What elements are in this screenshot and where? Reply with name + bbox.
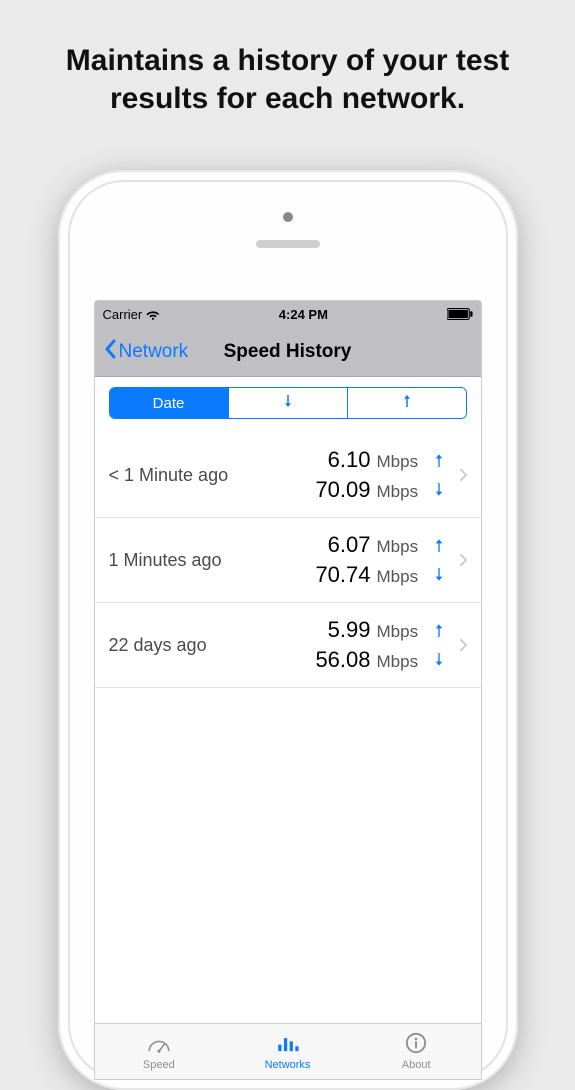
- arrow-down-icon: [279, 392, 297, 414]
- sort-date-label: Date: [153, 395, 185, 412]
- sort-by-download[interactable]: [229, 388, 348, 418]
- arrow-down-icon: [427, 563, 451, 585]
- nav-bar: Network Speed History: [95, 327, 481, 377]
- history-row[interactable]: 1 Minutes ago 6.07 Mbps 70.74 Mbps: [95, 518, 481, 603]
- status-bar: Carrier 4:24 PM: [95, 301, 481, 327]
- sort-control-row: Date: [95, 377, 481, 433]
- upload-unit: Mbps: [377, 537, 423, 557]
- tab-label: Networks: [265, 1059, 311, 1071]
- arrow-up-icon: [398, 392, 416, 414]
- tab-bar: Speed Networks About: [95, 1023, 481, 1079]
- phone-speaker: [256, 240, 320, 248]
- info-icon: [403, 1032, 429, 1057]
- tab-label: Speed: [143, 1059, 175, 1071]
- upload-unit: Mbps: [377, 622, 423, 642]
- upload-value: 6.10: [303, 447, 371, 473]
- arrow-down-icon: [427, 648, 451, 670]
- history-row[interactable]: 22 days ago 5.99 Mbps 56.08 Mbps: [95, 603, 481, 688]
- history-row[interactable]: < 1 Minute ago 6.10 Mbps 70.09 Mbps: [95, 433, 481, 518]
- sort-segmented-control: Date: [109, 387, 467, 419]
- back-button[interactable]: Network: [103, 339, 189, 365]
- promo-headline: Maintains a history of your test results…: [0, 0, 575, 137]
- download-unit: Mbps: [377, 652, 423, 672]
- download-unit: Mbps: [377, 567, 423, 587]
- upload-unit: Mbps: [377, 452, 423, 472]
- tab-about[interactable]: About: [352, 1024, 481, 1079]
- download-value: 70.09: [303, 477, 371, 503]
- arrow-up-icon: [427, 535, 451, 557]
- tab-label: About: [402, 1059, 431, 1071]
- row-time: 1 Minutes ago: [109, 550, 274, 571]
- bars-icon: [275, 1032, 301, 1057]
- row-time: 22 days ago: [109, 635, 274, 656]
- chevron-right-icon: [453, 553, 475, 567]
- phone-frame: Carrier 4:24 PM Network Sp: [58, 170, 518, 1090]
- app-screen: Carrier 4:24 PM Network Sp: [94, 300, 482, 1080]
- wifi-icon: [146, 307, 160, 321]
- tab-speed[interactable]: Speed: [95, 1024, 224, 1079]
- upload-value: 6.07: [303, 532, 371, 558]
- arrow-up-icon: [427, 450, 451, 472]
- sort-by-upload[interactable]: [348, 388, 466, 418]
- battery-icon: [447, 308, 473, 320]
- download-unit: Mbps: [377, 482, 423, 502]
- download-value: 56.08: [303, 647, 371, 673]
- download-value: 70.74: [303, 562, 371, 588]
- upload-value: 5.99: [303, 617, 371, 643]
- chevron-right-icon: [453, 638, 475, 652]
- gauge-icon: [146, 1032, 172, 1057]
- tab-networks[interactable]: Networks: [223, 1024, 352, 1079]
- carrier-label: Carrier: [103, 307, 143, 322]
- row-time: < 1 Minute ago: [109, 465, 274, 486]
- history-list: < 1 Minute ago 6.10 Mbps 70.09 Mbps: [95, 433, 481, 1023]
- phone-camera: [283, 212, 293, 222]
- sort-by-date[interactable]: Date: [110, 388, 229, 418]
- chevron-right-icon: [453, 468, 475, 482]
- status-time: 4:24 PM: [279, 307, 328, 322]
- chevron-left-icon: [103, 339, 117, 365]
- arrow-up-icon: [427, 620, 451, 642]
- back-label: Network: [119, 341, 189, 363]
- arrow-down-icon: [427, 478, 451, 500]
